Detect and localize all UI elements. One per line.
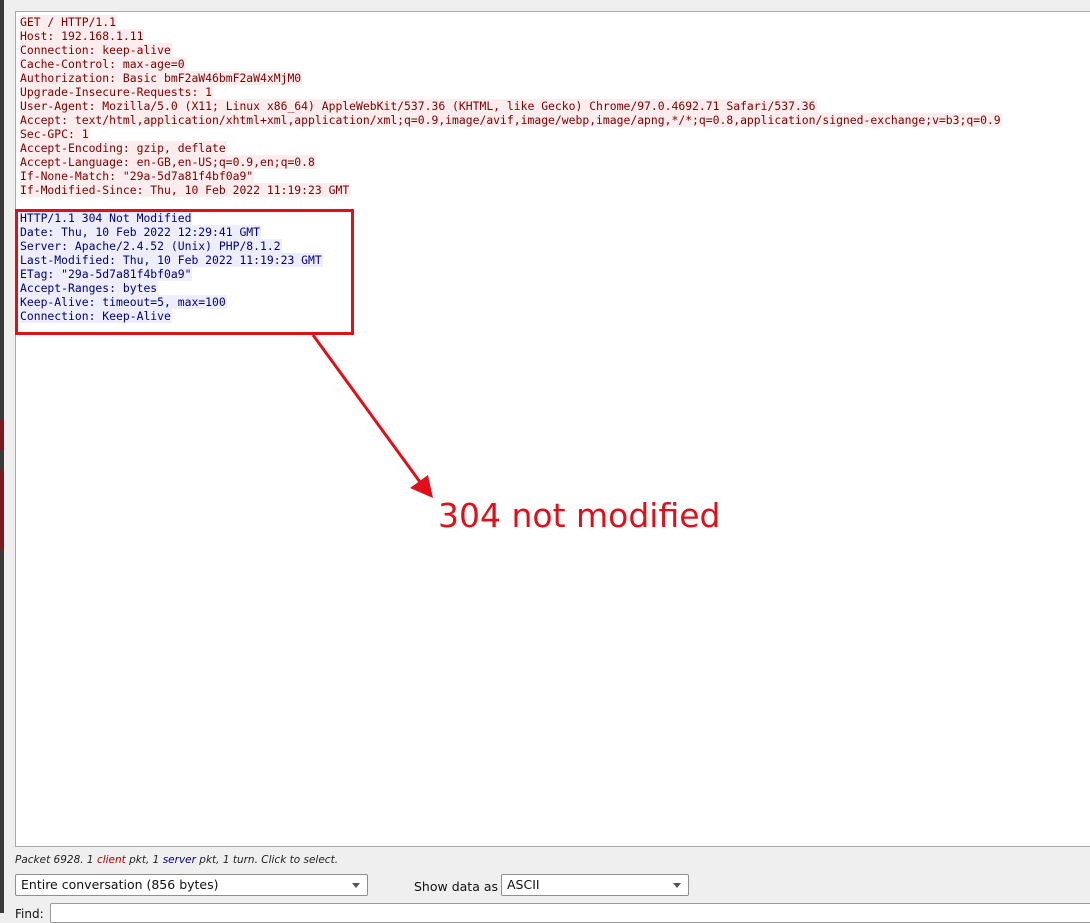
client-line: Upgrade-Insecure-Requests: 1 [20,85,1002,99]
client-line-text: Connection: keep-alive [20,43,172,57]
client-request-block: GET / HTTP/1.1 Host: 192.168.1.11 Connecti… [20,15,1002,197]
edge-accent [0,470,4,550]
client-line: User-Agent: Mozilla/5.0 (X11; Linux x86_… [20,99,1002,113]
status-client-word: client [96,854,126,866]
client-line-text: Upgrade-Insecure-Requests: 1 [20,85,214,99]
client-line: Connection: keep-alive [20,43,1002,57]
client-line-text: Authorization: Basic bmF2aW46bmF2aW4xMjM… [20,71,303,85]
find-input[interactable] [50,903,1090,923]
client-line-text: Sec-GPC: 1 [20,127,90,141]
client-line: GET / HTTP/1.1 [20,15,1002,29]
status-server-word: server [162,854,196,866]
conversation-select-value: Entire conversation (856 bytes) [21,877,219,892]
chevron-down-icon [352,883,360,888]
client-line-text: Cache-Control: max-age=0 [20,57,186,71]
client-line: Accept: text/html,application/xhtml+xml,… [20,113,1002,127]
edge-accent [0,420,4,450]
client-line: Cache-Control: max-age=0 [20,57,1002,71]
packet-status-text: Packet 6928. 1 client pkt, 1 server pkt,… [15,854,338,866]
client-line-text: If-None-Match: "29a-5d7a81f4bf0a9" [20,169,255,183]
stream-content-pane[interactable]: GET / HTTP/1.1 Host: 192.168.1.11 Connecti… [15,11,1090,847]
title-band [4,0,1090,11]
client-line: Accept-Encoding: gzip, deflate [20,141,1002,155]
status-suffix: pkt, 1 turn. Click to select. [195,854,339,866]
show-data-as-value: ASCII [507,877,540,892]
client-line-text: Accept-Language: en-GB,en-US;q=0.9,en;q=… [20,155,316,169]
client-line: If-Modified-Since: Thu, 10 Feb 2022 11:1… [20,183,1002,197]
client-line: Accept-Language: en-GB,en-US;q=0.9,en;q=… [20,155,1002,169]
window-edge [0,0,4,913]
client-line-text: Accept-Encoding: gzip, deflate [20,141,227,155]
client-line: Host: 192.168.1.11 [20,29,1002,43]
client-line: If-None-Match: "29a-5d7a81f4bf0a9" [20,169,1002,183]
conversation-select[interactable]: Entire conversation (856 bytes) [15,874,368,896]
show-data-label: Show data as [414,879,499,894]
find-label: Find: [15,907,44,921]
chevron-down-icon [673,883,681,888]
status-prefix: Packet 6928. 1 [15,854,97,866]
annotation-label: 304 not modified [438,496,721,535]
client-line-text: GET / HTTP/1.1 [20,15,118,29]
client-line-text: User-Agent: Mozilla/5.0 (X11; Linux x86_… [20,99,817,113]
client-line: Authorization: Basic bmF2aW46bmF2aW4xMjM… [20,71,1002,85]
client-line-text: Accept: text/html,application/xhtml+xml,… [20,113,1002,127]
client-line-text: If-Modified-Since: Thu, 10 Feb 2022 11:1… [20,183,351,197]
annotation-highlight-box [15,209,354,335]
client-line-text: Host: 192.168.1.11 [20,29,145,43]
show-data-as-select[interactable]: ASCII [501,874,689,896]
client-line: Sec-GPC: 1 [20,127,1002,141]
status-middle: pkt, 1 [125,854,163,866]
